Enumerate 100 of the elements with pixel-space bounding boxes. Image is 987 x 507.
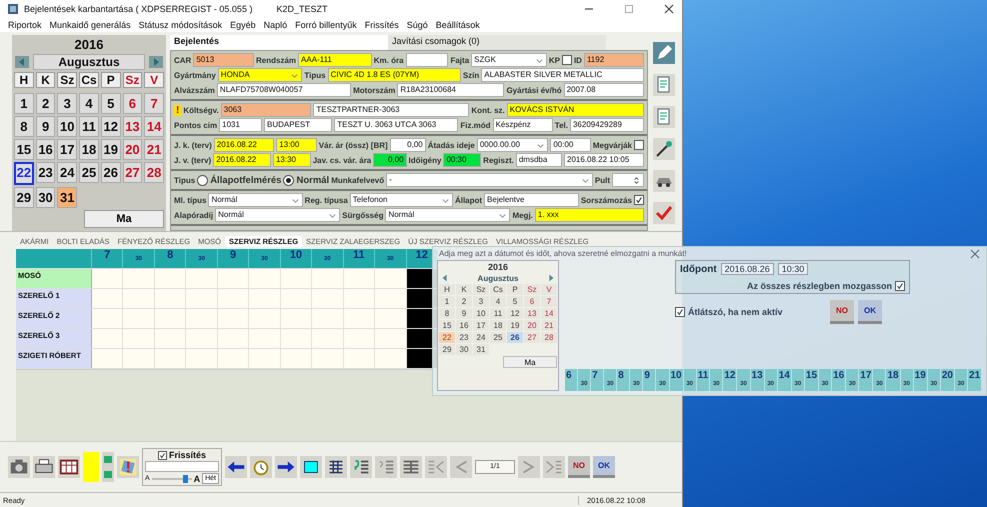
input-field[interactable]: Készpénz [492, 118, 553, 132]
ok-button[interactable]: OK [593, 456, 615, 478]
calendar-day[interactable]: 25 [490, 332, 506, 343]
calendar-day[interactable]: 11 [490, 308, 506, 319]
calendar-day[interactable]: 24 [473, 332, 489, 343]
menu-item[interactable]: Egyéb [230, 20, 256, 30]
dropdown[interactable]: SZGK [471, 53, 547, 67]
spin-field[interactable] [612, 173, 644, 187]
refresh-checkbox[interactable]: Frissítés [145, 450, 219, 460]
dropdown[interactable]: - [386, 173, 593, 187]
exclamation-icon[interactable] [117, 456, 139, 478]
calendar-day[interactable]: 5 [100, 93, 121, 114]
calendar-day[interactable]: 9 [456, 308, 472, 319]
form-tab[interactable]: Bejelentés [170, 35, 388, 50]
calendar-day[interactable]: 6 [524, 296, 540, 307]
columns-icon[interactable] [400, 456, 422, 478]
calendar-day[interactable]: 7 [541, 296, 557, 307]
calendar-day[interactable]: 20 [122, 139, 142, 160]
timeline-slot[interactable]: 9 [643, 369, 656, 391]
transparent-checkbox[interactable]: Átlátszó, ha nem aktív [675, 307, 783, 317]
checkbox[interactable] [634, 195, 644, 205]
calendar-day[interactable]: 21 [541, 320, 557, 331]
input-field[interactable]: 3063 [220, 103, 312, 117]
menu-item[interactable]: Forró billentyűk [295, 20, 357, 30]
car-icon[interactable] [652, 169, 676, 193]
list-icon[interactable] [375, 456, 397, 478]
time-field[interactable]: 10:30 [778, 263, 808, 275]
input-field[interactable]: 36209429289 [570, 118, 644, 132]
timeline-slot[interactable]: 17 [859, 369, 874, 391]
calendar-day[interactable]: 1 [439, 296, 455, 307]
calendar-day[interactable]: 4 [79, 93, 99, 114]
first-page-icon[interactable] [425, 456, 447, 478]
input-field[interactable]: 0,00 [390, 138, 426, 152]
form-tab[interactable]: Javítási csomagok (0) [388, 35, 606, 50]
calendar-day[interactable]: 17 [57, 139, 78, 160]
calendar-day[interactable]: 26 [100, 162, 121, 183]
menu-item[interactable]: Napló [264, 20, 288, 30]
last-page-icon[interactable] [543, 456, 565, 478]
timeline-slot[interactable]: 11 [696, 369, 710, 391]
calendar-day[interactable]: 22 [14, 162, 34, 185]
input-field[interactable]: 1192 [584, 53, 644, 67]
input-field[interactable]: 5013 [193, 53, 254, 67]
grid-icon[interactable] [325, 456, 347, 478]
calendar-day[interactable]: 22 [439, 332, 455, 343]
checkmark-icon[interactable] [652, 201, 676, 225]
no-button[interactable]: NO [568, 456, 590, 478]
calendar-day[interactable]: 28 [144, 162, 164, 183]
calendar-day[interactable]: 23 [456, 332, 472, 343]
maximize-icon[interactable] [624, 4, 634, 14]
calendar-day[interactable]: 12 [100, 116, 121, 137]
radio-button[interactable]: Normál [283, 174, 330, 186]
calendar-day[interactable]: 18 [79, 139, 99, 160]
timeline-slot[interactable]: 19 [914, 369, 928, 391]
input-field[interactable]: 13:00 [276, 138, 317, 152]
camera-icon[interactable] [8, 456, 30, 478]
input-field[interactable]: 0,00 [373, 153, 407, 167]
timeline-slot[interactable]: 20 [940, 369, 955, 391]
calendar-day[interactable]: 3 [57, 93, 78, 114]
input-field[interactable]: 2016.08.22 [213, 153, 271, 167]
calendar-day[interactable]: 15 [439, 320, 455, 331]
input-field[interactable]: 1031 [219, 118, 262, 132]
calendar-day[interactable]: 18 [490, 320, 506, 331]
input-field[interactable]: AAA-111 [298, 53, 372, 67]
dropdown[interactable]: HONDA [218, 68, 302, 82]
input-field[interactable]: R18A23100684 [397, 83, 504, 97]
next-page-icon[interactable] [518, 456, 540, 478]
menu-item[interactable]: Státusz módosítások [138, 20, 222, 30]
menu-item[interactable]: Frissítés [364, 20, 399, 30]
input-field[interactable]: ALABASTER SILVER METALLIC [481, 68, 644, 82]
timeline-slot[interactable]: 7 [591, 369, 604, 391]
calendar-day[interactable]: 28 [541, 332, 557, 343]
calendar-day[interactable]: 20 [524, 320, 540, 331]
calendar-day[interactable]: 27 [122, 162, 142, 183]
radio-button[interactable]: Állapotfelmérés [197, 174, 282, 186]
list-icon[interactable] [350, 456, 372, 478]
calendar-day[interactable]: 16 [36, 139, 56, 160]
calendar-day[interactable]: 21 [144, 139, 164, 160]
input-field[interactable]: 00:00 [550, 138, 591, 152]
calendar-day[interactable]: 31 [473, 344, 489, 355]
calendar-day[interactable]: 24 [57, 162, 78, 183]
previous-month-icon[interactable] [14, 56, 30, 68]
no-button[interactable]: NO [830, 300, 854, 324]
calendar-day[interactable]: 9 [36, 116, 56, 137]
document-icon[interactable] [652, 105, 676, 129]
calendar-day[interactable]: 19 [507, 320, 523, 331]
input-field[interactable]: BUDAPEST [264, 118, 332, 132]
input-field[interactable] [406, 53, 448, 67]
input-field[interactable]: 2016.08.22 [214, 138, 274, 152]
calendar-day[interactable]: 11 [79, 116, 99, 137]
input-field[interactable]: KOVÁCS ISTVÁN [506, 103, 644, 117]
input-field[interactable]: dmsdba [516, 153, 562, 167]
refresh-field[interactable] [145, 461, 219, 472]
input-field[interactable]: Bejelentve [484, 193, 579, 207]
edit-icon[interactable] [652, 41, 676, 65]
calendar-day[interactable]: 10 [473, 308, 489, 319]
calendar-day[interactable]: 31 [57, 187, 78, 208]
timeline-slot[interactable]: 6 [565, 369, 578, 391]
calendar-day[interactable]: 2 [36, 93, 56, 114]
calendar-day[interactable]: 8 [439, 308, 455, 319]
menu-item[interactable]: Munkaidő generálás [50, 20, 131, 30]
